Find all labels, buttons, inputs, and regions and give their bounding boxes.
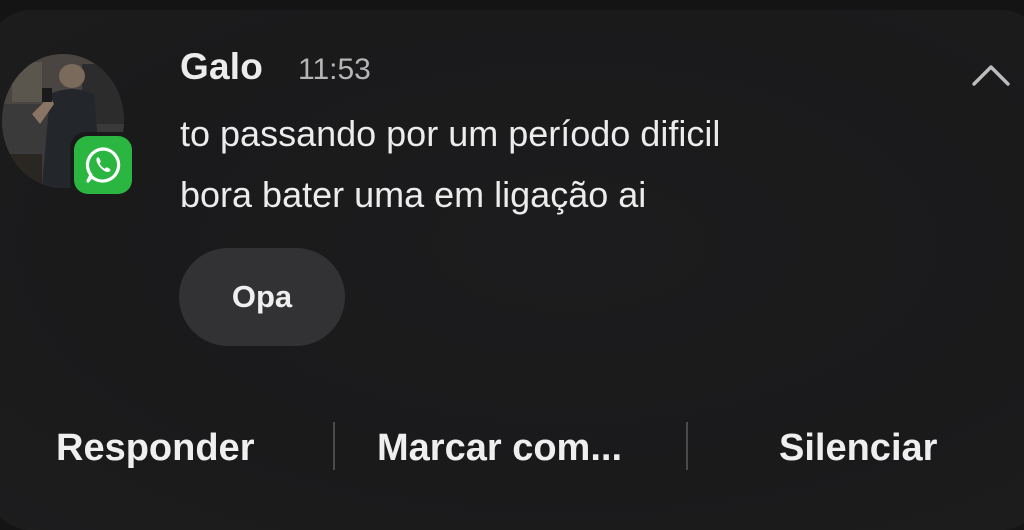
message-line-1: to passando por um período dificil xyxy=(180,113,721,154)
notification-screen: Galo 11:53 to passando por um período di… xyxy=(0,0,1024,530)
message-time: 11:53 xyxy=(298,53,371,86)
action-divider xyxy=(333,422,335,470)
quick-reply-chip[interactable]: Opa xyxy=(179,248,345,346)
mute-button[interactable]: Silenciar xyxy=(779,420,937,476)
action-divider xyxy=(686,422,688,470)
avatar-group xyxy=(2,54,136,198)
message-line-2: bora bater uma em ligação ai xyxy=(180,174,647,215)
sender-name: Galo xyxy=(180,46,264,87)
mark-as-button[interactable]: Marcar com... xyxy=(377,420,622,476)
collapse-chevron-icon[interactable] xyxy=(970,58,1012,92)
whatsapp-badge xyxy=(70,132,136,198)
reply-button[interactable]: Responder xyxy=(56,420,254,476)
whatsapp-icon xyxy=(74,136,132,194)
